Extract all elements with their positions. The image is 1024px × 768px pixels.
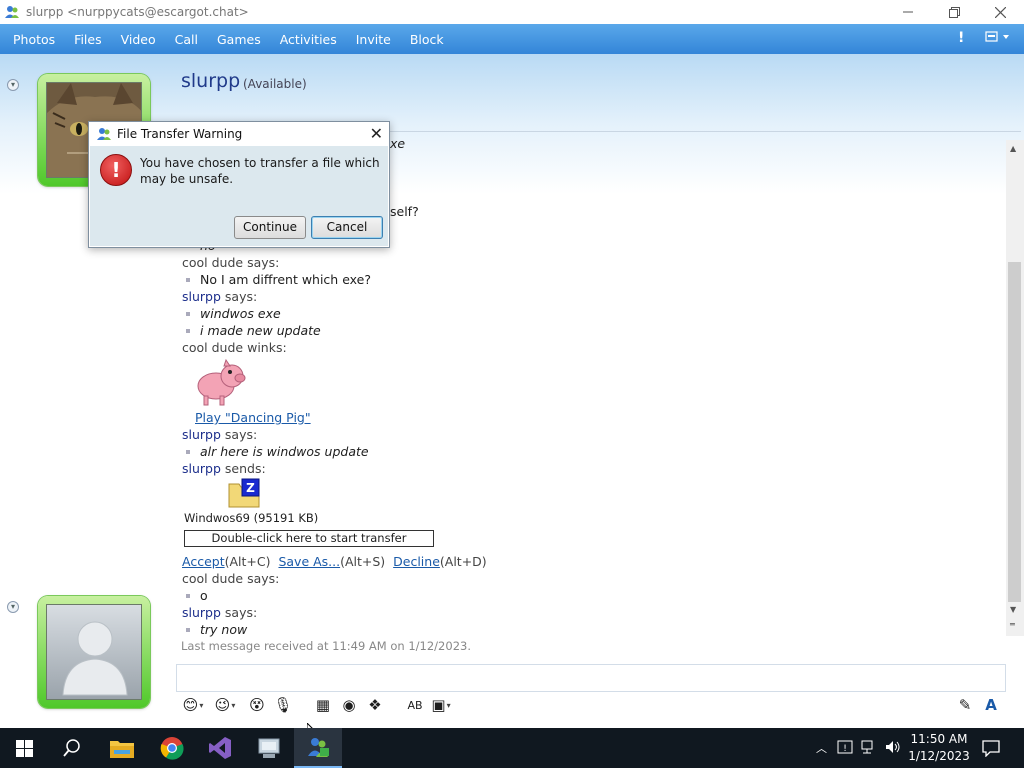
menu-files[interactable]: Files xyxy=(74,32,101,47)
dialog-close-icon[interactable]: ✕ xyxy=(370,124,383,143)
menu-video[interactable]: Video xyxy=(121,32,156,47)
sender-line: cool dude says: xyxy=(182,255,280,270)
save-as-link[interactable]: Save As... xyxy=(278,554,340,569)
scroll-end-icon[interactable]: ═ xyxy=(1010,620,1015,629)
cancel-button[interactable]: Cancel xyxy=(311,216,383,239)
message: try now xyxy=(200,622,248,637)
menu-block[interactable]: Block xyxy=(410,32,444,47)
zip-file-icon[interactable]: Z xyxy=(228,478,260,511)
spellcheck-icon[interactable]: AB xyxy=(404,694,426,716)
message: windwos exe xyxy=(200,306,281,321)
partial-message: xe xyxy=(390,140,406,151)
handwriting-icon[interactable]: ✎ xyxy=(954,694,976,716)
input-toolbar: 😊 ▾ 😉 ▾ 😵 🎙 ▦ ◉ ❖ AB ▣ ▾ ✎ A xyxy=(176,692,1006,718)
message-input[interactable] xyxy=(176,664,1006,692)
menu-activities[interactable]: Activities xyxy=(280,32,337,47)
emoticon-picker-icon[interactable]: 😊 ▾ xyxy=(182,694,204,716)
scrollbar-thumb[interactable] xyxy=(1008,262,1021,602)
messenger-icon xyxy=(4,4,20,20)
collapse-contact-icon[interactable]: ▾ xyxy=(7,79,19,91)
minimize-button[interactable] xyxy=(885,0,931,24)
sender-line: slurpp sends: xyxy=(182,461,266,476)
menu-photos[interactable]: Photos xyxy=(13,32,55,47)
sender-line: slurpp says: xyxy=(182,427,258,442)
last-message-info: Last message received at 11:49 AM on 1/1… xyxy=(181,639,471,653)
dialog-body: ! You have chosen to transfer a file whi… xyxy=(90,146,388,246)
message: o xyxy=(200,588,208,603)
file-transfer-warning-dialog: File Transfer Warning ✕ ! You have chose… xyxy=(88,121,390,248)
maximize-button[interactable] xyxy=(931,0,977,24)
menu-bar: Photos Files Video Call Games Activities… xyxy=(0,24,1024,54)
scroll-down-icon[interactable]: ▼ xyxy=(1010,605,1016,614)
games-icon[interactable]: ◉ xyxy=(338,694,360,716)
file-actions: Accept(Alt+C) Save As...(Alt+S) Decline(… xyxy=(182,554,487,569)
visual-studio-icon[interactable] xyxy=(196,728,244,768)
voice-clip-icon[interactable]: 🎙 xyxy=(272,694,294,716)
share-icon[interactable]: ▣ ▾ xyxy=(430,694,452,716)
background-picker-icon[interactable]: ▦ xyxy=(312,694,334,716)
activity-icon[interactable]: ❖ xyxy=(364,694,386,716)
menu-games[interactable]: Games xyxy=(217,32,261,47)
messenger-icon xyxy=(96,126,112,142)
file-explorer-icon[interactable] xyxy=(98,728,146,768)
error-icon: ! xyxy=(100,154,132,186)
message: No I am diffrent which exe? xyxy=(200,272,372,287)
start-transfer-button[interactable]: Double-click here to start transfer xyxy=(184,530,434,547)
collapse-self-icon[interactable]: ▾ xyxy=(7,601,19,613)
network-icon[interactable] xyxy=(861,740,877,757)
title-bar: slurpp <nurppycats@escargot.chat> xyxy=(0,0,1024,24)
self-avatar[interactable] xyxy=(38,596,150,708)
svg-text:!: ! xyxy=(843,744,847,754)
menu-invite[interactable]: Invite xyxy=(356,32,391,47)
security-icon[interactable]: ! xyxy=(837,740,853,757)
contact-status: (Available) xyxy=(243,77,307,91)
contact-name: slurpp xyxy=(181,70,241,92)
nudge-icon[interactable]: 😵 xyxy=(246,694,268,716)
message: alr here is windwos update xyxy=(200,444,369,459)
scroll-up-icon[interactable]: ▲ xyxy=(1010,144,1016,153)
play-dancing-pig-link[interactable]: Play "Dancing Pig" xyxy=(195,410,311,425)
wink-picker-icon[interactable]: 😉 ▾ xyxy=(214,694,236,716)
svg-text:Z: Z xyxy=(246,481,255,495)
dialog-title-bar: File Transfer Warning xyxy=(89,122,389,146)
close-button[interactable] xyxy=(977,0,1023,24)
sender-line: slurpp says: xyxy=(182,605,258,620)
file-name: Windwos69 (95191 KB) xyxy=(184,511,319,525)
conversation-scrollbar[interactable]: ▲ ▼ ═ xyxy=(1006,140,1024,636)
sender-line: cool dude says: xyxy=(182,571,280,586)
window-title: slurpp <nurppycats@escargot.chat> xyxy=(26,5,249,19)
dialog-message: You have chosen to transfer a file which… xyxy=(140,156,380,186)
continue-button[interactable]: Continue xyxy=(234,216,306,239)
clock-time: 11:50 AM xyxy=(910,732,968,746)
sender-line: cool dude winks: xyxy=(182,340,287,355)
alert-icon[interactable]: ! xyxy=(958,30,964,46)
dialog-title: File Transfer Warning xyxy=(117,127,243,141)
volume-icon[interactable] xyxy=(885,740,901,757)
chrome-icon[interactable] xyxy=(148,728,196,768)
message: i made new update xyxy=(200,323,321,338)
control-panel-icon[interactable] xyxy=(245,728,293,768)
options-menu-icon[interactable] xyxy=(985,30,1011,48)
clock[interactable]: 11:50 AM 1/12/2023 xyxy=(908,731,970,765)
default-user-picture xyxy=(46,604,142,700)
partial-message: self? xyxy=(390,204,419,219)
notifications-icon[interactable] xyxy=(968,728,1014,768)
dancing-pig-wink-icon[interactable] xyxy=(194,358,246,409)
clock-date: 1/12/2023 xyxy=(908,749,970,763)
messenger-taskbar-icon[interactable] xyxy=(294,728,342,768)
accept-link[interactable]: Accept xyxy=(182,554,225,569)
start-button[interactable] xyxy=(0,728,48,768)
show-hidden-icons-icon[interactable]: ︿ xyxy=(816,740,827,756)
system-tray: ︿ ! xyxy=(816,728,901,768)
search-icon[interactable] xyxy=(48,728,96,768)
menu-call[interactable]: Call xyxy=(175,32,198,47)
taskbar: ︿ ! 11:50 AM 1/12/2023 xyxy=(0,728,1024,768)
decline-link[interactable]: Decline xyxy=(393,554,440,569)
font-icon[interactable]: A xyxy=(980,694,1002,716)
sender-line: slurpp says: xyxy=(182,289,258,304)
